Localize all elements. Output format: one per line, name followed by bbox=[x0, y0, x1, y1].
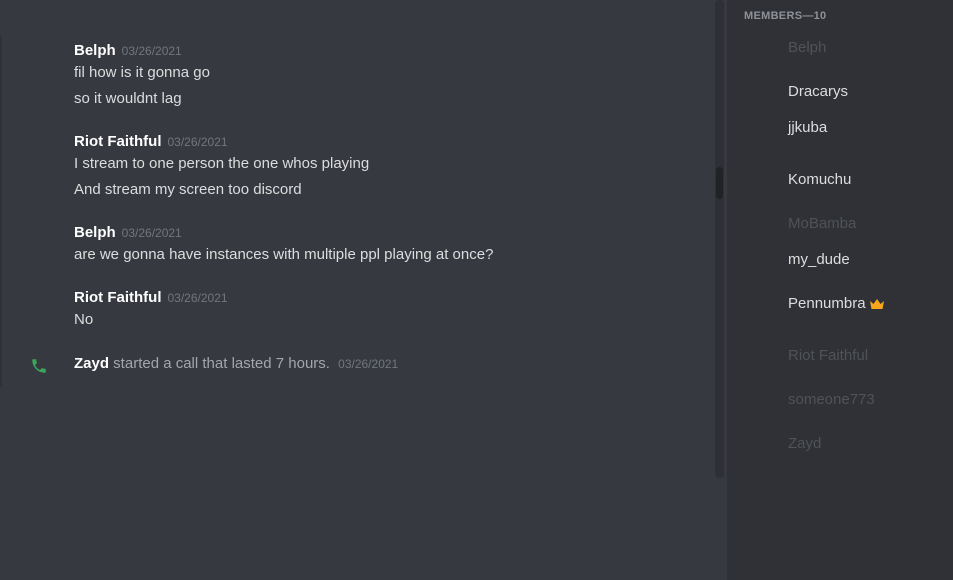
member-item[interactable]: jjkuba bbox=[788, 119, 827, 136]
member-list: MEMBERS—10 Belph Dracarys jjkuba Komuchu… bbox=[727, 0, 953, 580]
crown-icon bbox=[869, 299, 884, 309]
member-list-header: MEMBERS—10 bbox=[744, 10, 827, 22]
message-timestamp: 03/26/2021 bbox=[167, 135, 228, 149]
message-header: Riot Faithful 03/26/2021 bbox=[74, 133, 228, 151]
member-item[interactable]: someone773 bbox=[788, 391, 875, 408]
message-text: are we gonna have instances with multipl… bbox=[74, 246, 494, 263]
member-item[interactable]: Riot Faithful bbox=[788, 347, 868, 364]
message-header: Belph 03/26/2021 bbox=[74, 42, 182, 60]
message-text: I stream to one person the one whos play… bbox=[74, 155, 370, 172]
member-item[interactable]: my_dude bbox=[788, 251, 850, 268]
message-author[interactable]: Riot Faithful bbox=[74, 289, 161, 306]
message-timestamp: 03/26/2021 bbox=[121, 44, 182, 58]
member-item[interactable]: Belph bbox=[788, 39, 826, 56]
message-header: Belph 03/26/2021 bbox=[74, 224, 182, 242]
message-text: No bbox=[74, 311, 94, 328]
message-author[interactable]: Belph bbox=[74, 224, 116, 241]
chat-scrollbar-track[interactable] bbox=[715, 0, 724, 478]
message-text: fil how is it gonna go bbox=[74, 64, 210, 81]
chat-left-divider bbox=[0, 36, 2, 387]
chat-scrollbar-thumb[interactable] bbox=[716, 167, 723, 199]
message-text: so it wouldnt lag bbox=[74, 90, 182, 107]
call-timestamp: 03/26/2021 bbox=[338, 357, 399, 371]
message-timestamp: 03/26/2021 bbox=[167, 291, 228, 305]
phone-icon bbox=[32, 359, 46, 373]
member-item[interactable]: Dracarys bbox=[788, 83, 848, 100]
member-item-owner[interactable]: Pennumbra bbox=[788, 295, 884, 312]
member-item[interactable]: Zayd bbox=[788, 435, 821, 452]
call-caller[interactable]: Zayd bbox=[74, 355, 109, 372]
message-author[interactable]: Riot Faithful bbox=[74, 133, 161, 150]
chat-area: Belph 03/26/2021 fil how is it gonna go s… bbox=[0, 0, 727, 580]
member-name: Pennumbra bbox=[788, 295, 866, 312]
member-item[interactable]: MoBamba bbox=[788, 215, 856, 232]
message-timestamp: 03/26/2021 bbox=[121, 226, 182, 240]
call-text: started a call that lasted 7 hours. bbox=[109, 355, 330, 372]
call-system-message: Zayd started a call that lasted 7 hours.… bbox=[74, 355, 398, 372]
message-header: Riot Faithful 03/26/2021 bbox=[74, 289, 228, 307]
message-text: And stream my screen too discord bbox=[74, 181, 302, 198]
message-author[interactable]: Belph bbox=[74, 42, 116, 59]
member-item[interactable]: Komuchu bbox=[788, 171, 851, 188]
